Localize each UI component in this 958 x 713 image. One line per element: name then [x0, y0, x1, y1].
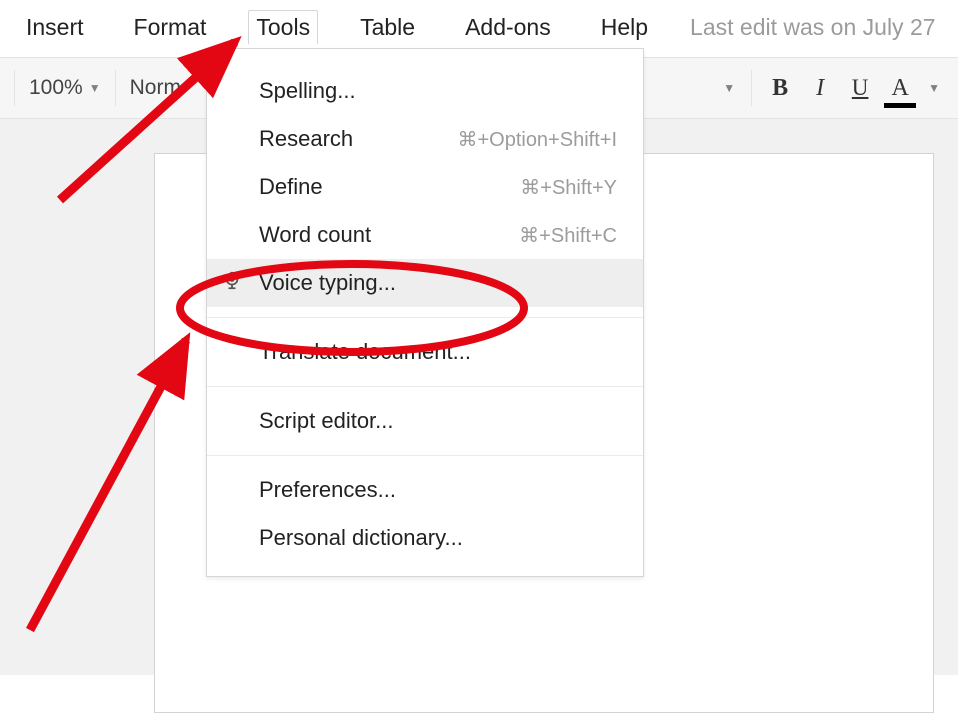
tools-script-editor[interactable]: Script editor...	[207, 397, 643, 445]
menu-help[interactable]: Help	[593, 10, 656, 45]
menu-item-label: Preferences...	[259, 477, 617, 503]
tools-dropdown: Spelling... Research ⌘+Option+Shift+I De…	[206, 48, 644, 577]
microphone-icon	[221, 269, 243, 297]
text-color-letter: A	[891, 75, 908, 102]
tools-research[interactable]: Research ⌘+Option+Shift+I	[207, 115, 643, 163]
menu-item-label: Voice typing...	[259, 270, 617, 296]
zoom-value: 100%	[29, 76, 83, 100]
paragraph-style-dropdown[interactable]: Norm	[122, 70, 189, 106]
last-edit-label: Last edit was on July 27	[690, 14, 935, 41]
paragraph-style-value: Norm	[130, 76, 181, 100]
menu-item-label: Spelling...	[259, 78, 617, 104]
menu-item-shortcut: ⌘+Option+Shift+I	[457, 127, 617, 152]
tools-preferences[interactable]: Preferences...	[207, 466, 643, 514]
chevron-down-icon[interactable]: ▼	[924, 81, 944, 95]
menu-tools[interactable]: Tools	[248, 10, 318, 45]
menu-item-shortcut: ⌘+Shift+C	[519, 223, 617, 248]
menu-item-label: Script editor...	[259, 408, 617, 434]
chevron-down-icon[interactable]: ▼	[713, 81, 745, 95]
menu-item-label: Translate document...	[259, 339, 617, 365]
underline-button[interactable]: U	[844, 70, 876, 106]
menu-format[interactable]: Format	[126, 10, 215, 45]
text-color-swatch	[884, 103, 916, 108]
tools-voice-typing[interactable]: Voice typing...	[207, 259, 643, 307]
menu-insert[interactable]: Insert	[18, 10, 92, 45]
zoom-dropdown[interactable]: 100% ▼	[21, 70, 109, 106]
text-format-group: B I U A ▼	[758, 70, 950, 106]
text-color-button[interactable]: A	[884, 70, 916, 106]
menu-divider	[207, 455, 643, 456]
bold-button[interactable]: B	[764, 70, 796, 106]
chevron-down-icon: ▼	[89, 81, 101, 95]
menu-table[interactable]: Table	[352, 10, 423, 45]
menu-item-label: Word count	[259, 222, 519, 248]
menu-divider	[207, 317, 643, 318]
toolbar-separator	[115, 70, 116, 106]
menu-divider	[207, 386, 643, 387]
tools-define[interactable]: Define ⌘+Shift+Y	[207, 163, 643, 211]
menu-item-label: Research	[259, 126, 457, 152]
menu-item-shortcut: ⌘+Shift+Y	[520, 175, 617, 200]
italic-button[interactable]: I	[804, 70, 836, 106]
toolbar-separator	[14, 70, 15, 106]
menu-item-label: Personal dictionary...	[259, 525, 617, 551]
tools-word-count[interactable]: Word count ⌘+Shift+C	[207, 211, 643, 259]
menu-addons[interactable]: Add-ons	[457, 10, 559, 45]
tools-personal-dictionary[interactable]: Personal dictionary...	[207, 514, 643, 562]
toolbar-separator	[751, 70, 752, 106]
tools-translate-document[interactable]: Translate document...	[207, 328, 643, 376]
menu-item-label: Define	[259, 174, 520, 200]
tools-spelling[interactable]: Spelling...	[207, 67, 643, 115]
